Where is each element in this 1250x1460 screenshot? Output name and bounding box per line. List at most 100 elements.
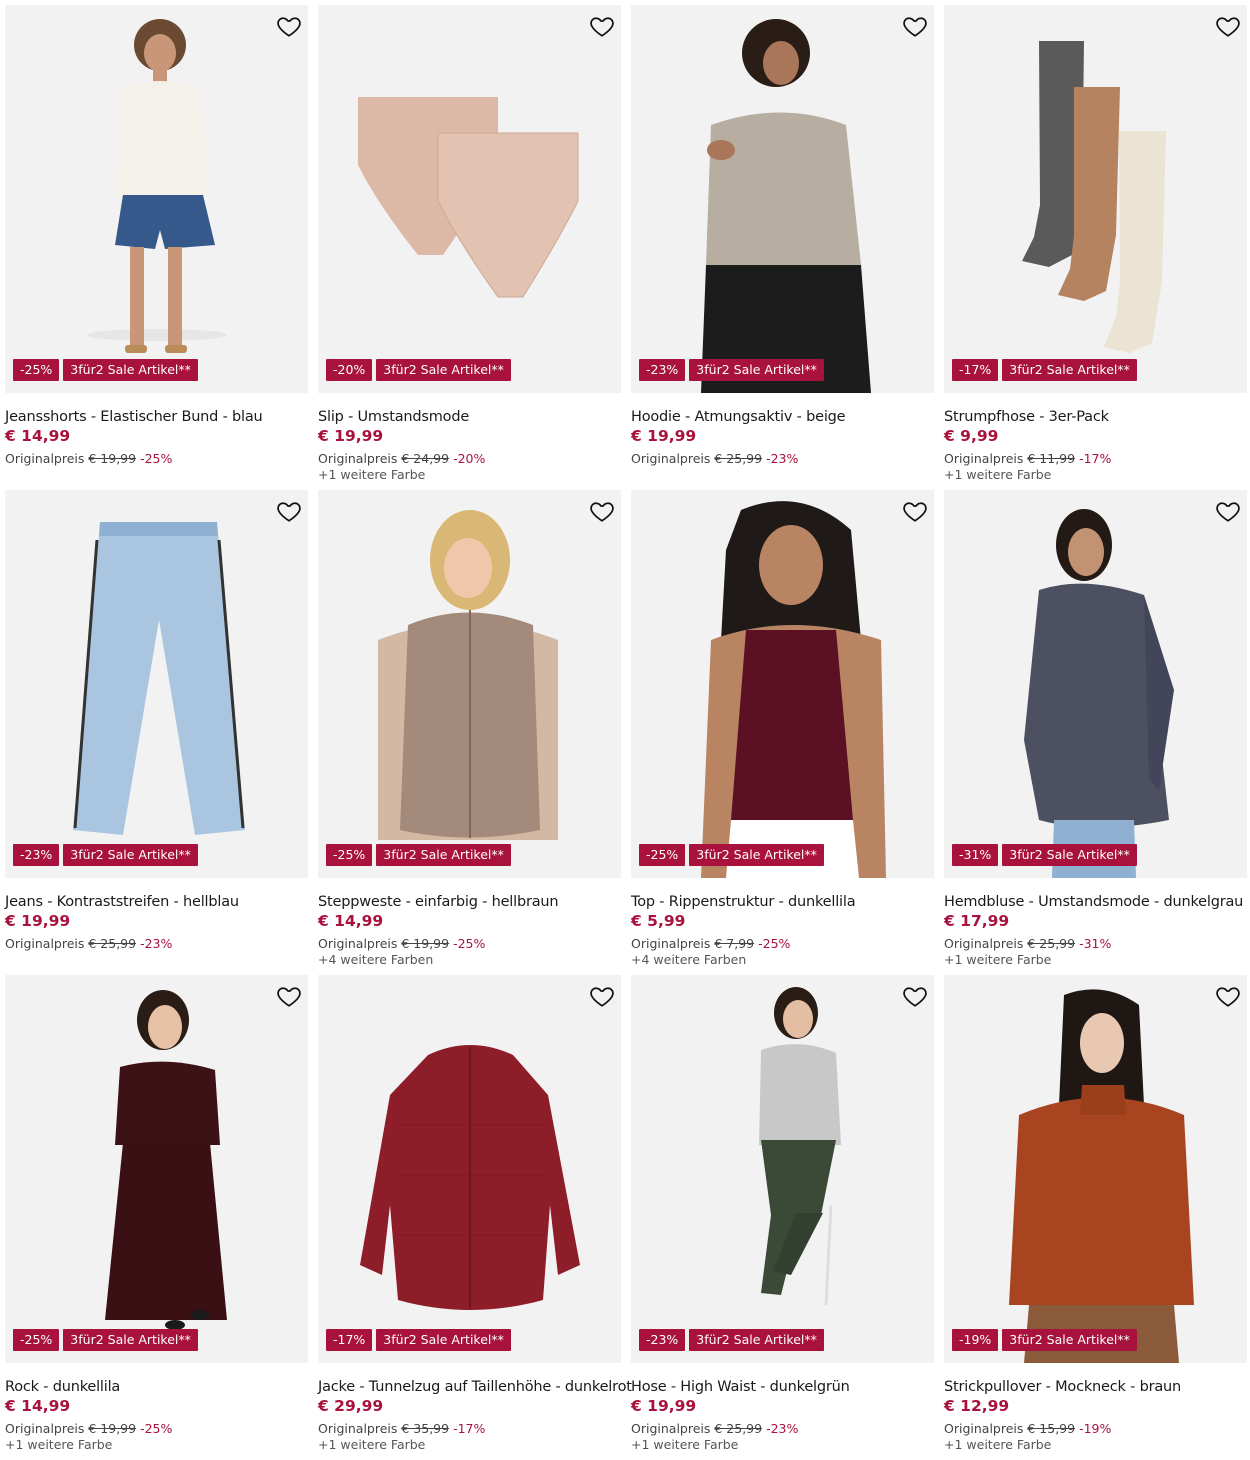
product-image[interactable]: -25% 3für2 Sale Artikel** [5,975,308,1363]
product-card[interactable]: -19% 3für2 Sale Artikel** Strickpullover… [944,975,1247,1460]
heart-icon[interactable] [1215,13,1241,39]
sale-tag-badge: 3für2 Sale Artikel** [689,1329,824,1351]
product-card[interactable]: -23% 3für2 Sale Artikel** Hoodie - Atmun… [631,5,934,490]
product-name[interactable]: Slip - Umstandsmode [318,408,621,426]
product-name[interactable]: Rock - dunkellila [5,1378,308,1396]
product-image[interactable]: -23% 3für2 Sale Artikel** [5,490,308,878]
more-colors-link[interactable]: +1 weitere Farbe [318,467,621,483]
heart-icon[interactable] [902,498,928,524]
discount-percent: -25% [758,936,791,951]
product-image[interactable]: -31% 3für2 Sale Artikel** [944,490,1247,878]
discount-percent: -31% [1079,936,1112,951]
more-colors-link[interactable]: +1 weitere Farbe [318,1437,621,1453]
product-name[interactable]: Strickpullover - Mockneck - braun [944,1378,1247,1396]
discount-badge: -23% [13,844,60,866]
badge-row: -19% 3für2 Sale Artikel** [952,1329,1137,1351]
product-image[interactable]: -17% 3für2 Sale Artikel** [944,5,1247,393]
original-price-label: Originalpreis [5,451,85,466]
product-card[interactable]: -23% 3für2 Sale Artikel** Hose - High Wa… [631,975,934,1460]
original-price-line: Originalpreis € 25,99 -23% [5,936,308,952]
product-image[interactable]: -25% 3für2 Sale Artikel** [318,490,621,878]
heart-icon[interactable] [589,13,615,39]
heart-icon[interactable] [589,983,615,1009]
heart-icon[interactable] [276,983,302,1009]
product-card[interactable]: -25% 3für2 Sale Artikel** Jeansshorts - … [5,5,308,490]
heart-icon[interactable] [276,13,302,39]
discount-percent: -23% [140,936,173,951]
more-colors-link[interactable]: +1 weitere Farbe [944,1437,1247,1453]
heart-icon[interactable] [589,498,615,524]
discount-badge: -17% [326,1329,373,1351]
product-image[interactable]: -20% 3für2 Sale Artikel** [318,5,621,393]
sale-tag-badge: 3für2 Sale Artikel** [376,844,511,866]
product-name[interactable]: Jeans - Kontraststreifen - hellblau [5,893,308,911]
badge-row: -25% 3für2 Sale Artikel** [13,1329,198,1351]
badge-row: -17% 3für2 Sale Artikel** [952,359,1137,381]
heart-icon[interactable] [902,983,928,1009]
more-colors-link[interactable]: +4 weitere Farben [318,952,621,968]
product-image[interactable]: -23% 3für2 Sale Artikel** [631,5,934,393]
product-photo-illustration [1009,989,1194,1363]
original-price-label: Originalpreis [944,936,1024,951]
product-card[interactable]: -17% 3für2 Sale Artikel** Jacke - Tunnel… [318,975,632,1460]
original-price-line: Originalpreis € 25,99 -23% [631,451,934,467]
old-price: € 19,99 [88,1421,137,1436]
more-colors-link[interactable]: +1 weitere Farbe [944,467,1247,483]
original-price-label: Originalpreis [5,1421,85,1436]
product-card[interactable]: -25% 3für2 Sale Artikel** Rock - dunkell… [5,975,308,1460]
discount-percent: -17% [1079,451,1112,466]
original-price-label: Originalpreis [318,451,398,466]
badge-row: -23% 3für2 Sale Artikel** [639,1329,824,1351]
more-colors-link[interactable]: +1 weitere Farbe [944,952,1247,968]
product-photo-illustration [1024,509,1174,878]
product-card[interactable]: -25% 3für2 Sale Artikel** Top - Rippenst… [631,490,934,975]
product-image[interactable]: -25% 3für2 Sale Artikel** [631,490,934,878]
product-price: € 19,99 [631,1397,697,1415]
product-photo-illustration [360,1045,580,1310]
badge-row: -23% 3für2 Sale Artikel** [13,844,198,866]
discount-badge: -25% [639,844,686,866]
sale-tag-badge: 3für2 Sale Artikel** [1002,844,1137,866]
product-name[interactable]: Jacke - Tunnelzug auf Taillenhöhe - dunk… [318,1378,632,1396]
product-name[interactable]: Hose - High Waist - dunkelgrün [631,1378,934,1396]
heart-icon[interactable] [902,13,928,39]
product-image[interactable]: -17% 3für2 Sale Artikel** [318,975,621,1363]
product-name[interactable]: Hoodie - Atmungsaktiv - beige [631,408,934,426]
more-colors-link[interactable]: +1 weitere Farbe [5,1437,308,1453]
product-name[interactable]: Steppweste - einfarbig - hellbraun [318,893,621,911]
heart-icon[interactable] [1215,498,1241,524]
product-card[interactable]: -31% 3für2 Sale Artikel** Hemdbluse - Um… [944,490,1247,975]
product-card[interactable]: -20% 3für2 Sale Artikel** Slip - Umstand… [318,5,621,490]
product-card[interactable]: -23% 3für2 Sale Artikel** Jeans - Kontra… [5,490,308,975]
original-price-line: Originalpreis € 25,99 -23% [631,1421,934,1437]
discount-badge: -25% [13,359,60,381]
heart-icon[interactable] [1215,983,1241,1009]
product-image[interactable]: -25% 3für2 Sale Artikel** [5,5,308,393]
product-name[interactable]: Strumpfhose - 3er-Pack [944,408,1247,426]
product-card[interactable]: -25% 3für2 Sale Artikel** Steppweste - e… [318,490,621,975]
discount-badge: -17% [952,359,999,381]
more-colors-link[interactable]: +1 weitere Farbe [631,1437,934,1453]
product-name[interactable]: Top - Rippenstruktur - dunkellila [631,893,934,911]
product-image[interactable]: -19% 3für2 Sale Artikel** [944,975,1247,1363]
product-photo-illustration [105,990,227,1330]
product-card[interactable]: -17% 3für2 Sale Artikel** Strumpfhose - … [944,5,1247,490]
original-price-line: Originalpreis € 19,99 -25% [5,1421,308,1437]
sale-tag-badge: 3für2 Sale Artikel** [63,359,198,381]
product-name[interactable]: Hemdbluse - Umstandsmode - dunkelgrau [944,893,1247,911]
more-colors-link[interactable]: +4 weitere Farben [631,952,934,968]
product-name[interactable]: Jeansshorts - Elastischer Bund - blau [5,408,308,426]
product-photo-illustration [378,510,558,840]
product-photo-illustration [759,987,841,1306]
product-price: € 9,99 [944,427,999,445]
badge-row: -31% 3für2 Sale Artikel** [952,844,1137,866]
product-photo-illustration [358,97,579,298]
sale-tag-badge: 3für2 Sale Artikel** [376,359,511,381]
heart-icon[interactable] [276,498,302,524]
product-price: € 14,99 [318,912,384,930]
original-price-line: Originalpreis € 35,99 -17% [318,1421,621,1437]
original-price-label: Originalpreis [631,936,711,951]
product-photo-illustration [701,501,886,878]
product-image[interactable]: -23% 3für2 Sale Artikel** [631,975,934,1363]
original-price-line: Originalpreis € 19,99 -25% [318,936,621,952]
